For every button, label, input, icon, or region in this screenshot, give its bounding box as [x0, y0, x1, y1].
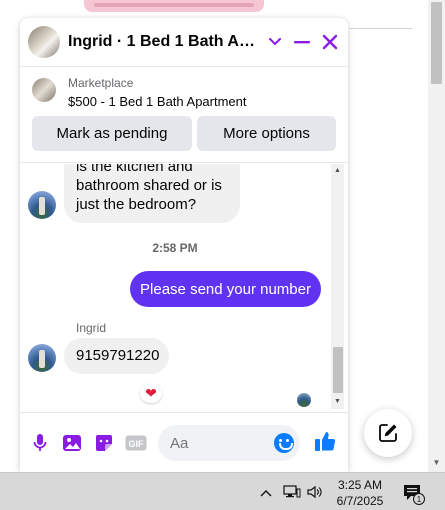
page-scroll-down-arrow[interactable]: ▼ — [431, 458, 442, 468]
clock-date: 6/7/2025 — [336, 494, 384, 508]
background-banner — [84, 0, 264, 12]
heart-reaction-icon[interactable]: ❤ — [140, 383, 162, 403]
message-thread: is the kitchen and bathroom shared or is… — [20, 164, 348, 411]
minimize-icon[interactable] — [290, 30, 314, 54]
network-icon[interactable] — [283, 485, 301, 499]
photo-icon[interactable] — [61, 432, 83, 454]
listing-thumbnail[interactable] — [32, 78, 56, 102]
message-composer: GIF — [20, 412, 348, 472]
chevron-down-icon[interactable] — [263, 30, 287, 54]
sender-name: Ingrid — [76, 321, 107, 335]
marketplace-listing: Marketplace $500 - 1 Bed 1 Bath Apartmen… — [20, 68, 348, 163]
chevron-up-icon[interactable] — [260, 485, 272, 500]
chat-avatar[interactable] — [28, 26, 60, 58]
chat-header[interactable]: Ingrid · 1 Bed 1 Bath Apartment — [20, 18, 348, 67]
thumbs-up-icon[interactable] — [314, 430, 336, 452]
compose-icon — [379, 424, 397, 442]
incoming-message: 9159791220 — [64, 338, 169, 374]
volume-icon[interactable] — [307, 485, 325, 499]
chat-title[interactable]: Ingrid · 1 Bed 1 Bath Apartment — [68, 33, 263, 51]
outgoing-message: Please send your number — [130, 271, 321, 307]
more-options-button[interactable]: More options — [197, 116, 336, 151]
emoji-icon[interactable] — [274, 433, 294, 453]
notification-center-icon[interactable]: 1 — [402, 483, 426, 505]
chat-window: Ingrid · 1 Bed 1 Bath Apartment Marketpl… — [20, 18, 348, 472]
sender-avatar[interactable] — [28, 344, 56, 372]
incoming-message: is the kitchen and bathroom shared or is… — [64, 164, 240, 223]
thread-scroll-down-arrow[interactable]: ▼ — [331, 398, 344, 405]
microphone-icon[interactable] — [29, 432, 51, 454]
svg-text:GIF: GIF — [129, 439, 145, 449]
listing-title[interactable]: $500 - 1 Bed 1 Bath Apartment — [68, 94, 247, 109]
thread-scrollbar-thumb[interactable] — [333, 347, 343, 393]
taskbar: 3:25 AM 6/7/2025 1 — [0, 472, 445, 510]
message-timestamp: 2:58 PM — [152, 241, 198, 255]
sticker-icon[interactable] — [93, 432, 115, 454]
clock-time: 3:25 AM — [337, 478, 383, 492]
new-message-button[interactable] — [364, 409, 412, 457]
seen-indicator-avatar — [297, 393, 311, 407]
page-scrollbar-thumb[interactable] — [431, 2, 442, 84]
system-clock[interactable]: 3:25 AM 6/7/2025 — [333, 477, 387, 509]
sender-avatar[interactable] — [28, 191, 56, 219]
close-icon[interactable] — [318, 30, 342, 54]
mark-as-pending-button[interactable]: Mark as pending — [32, 116, 192, 151]
thread-scroll-up-arrow[interactable]: ▲ — [331, 167, 344, 174]
gif-icon[interactable]: GIF — [124, 432, 148, 454]
background-divider — [350, 28, 412, 29]
listing-source: Marketplace — [68, 76, 134, 90]
notification-count: 1 — [417, 495, 422, 504]
